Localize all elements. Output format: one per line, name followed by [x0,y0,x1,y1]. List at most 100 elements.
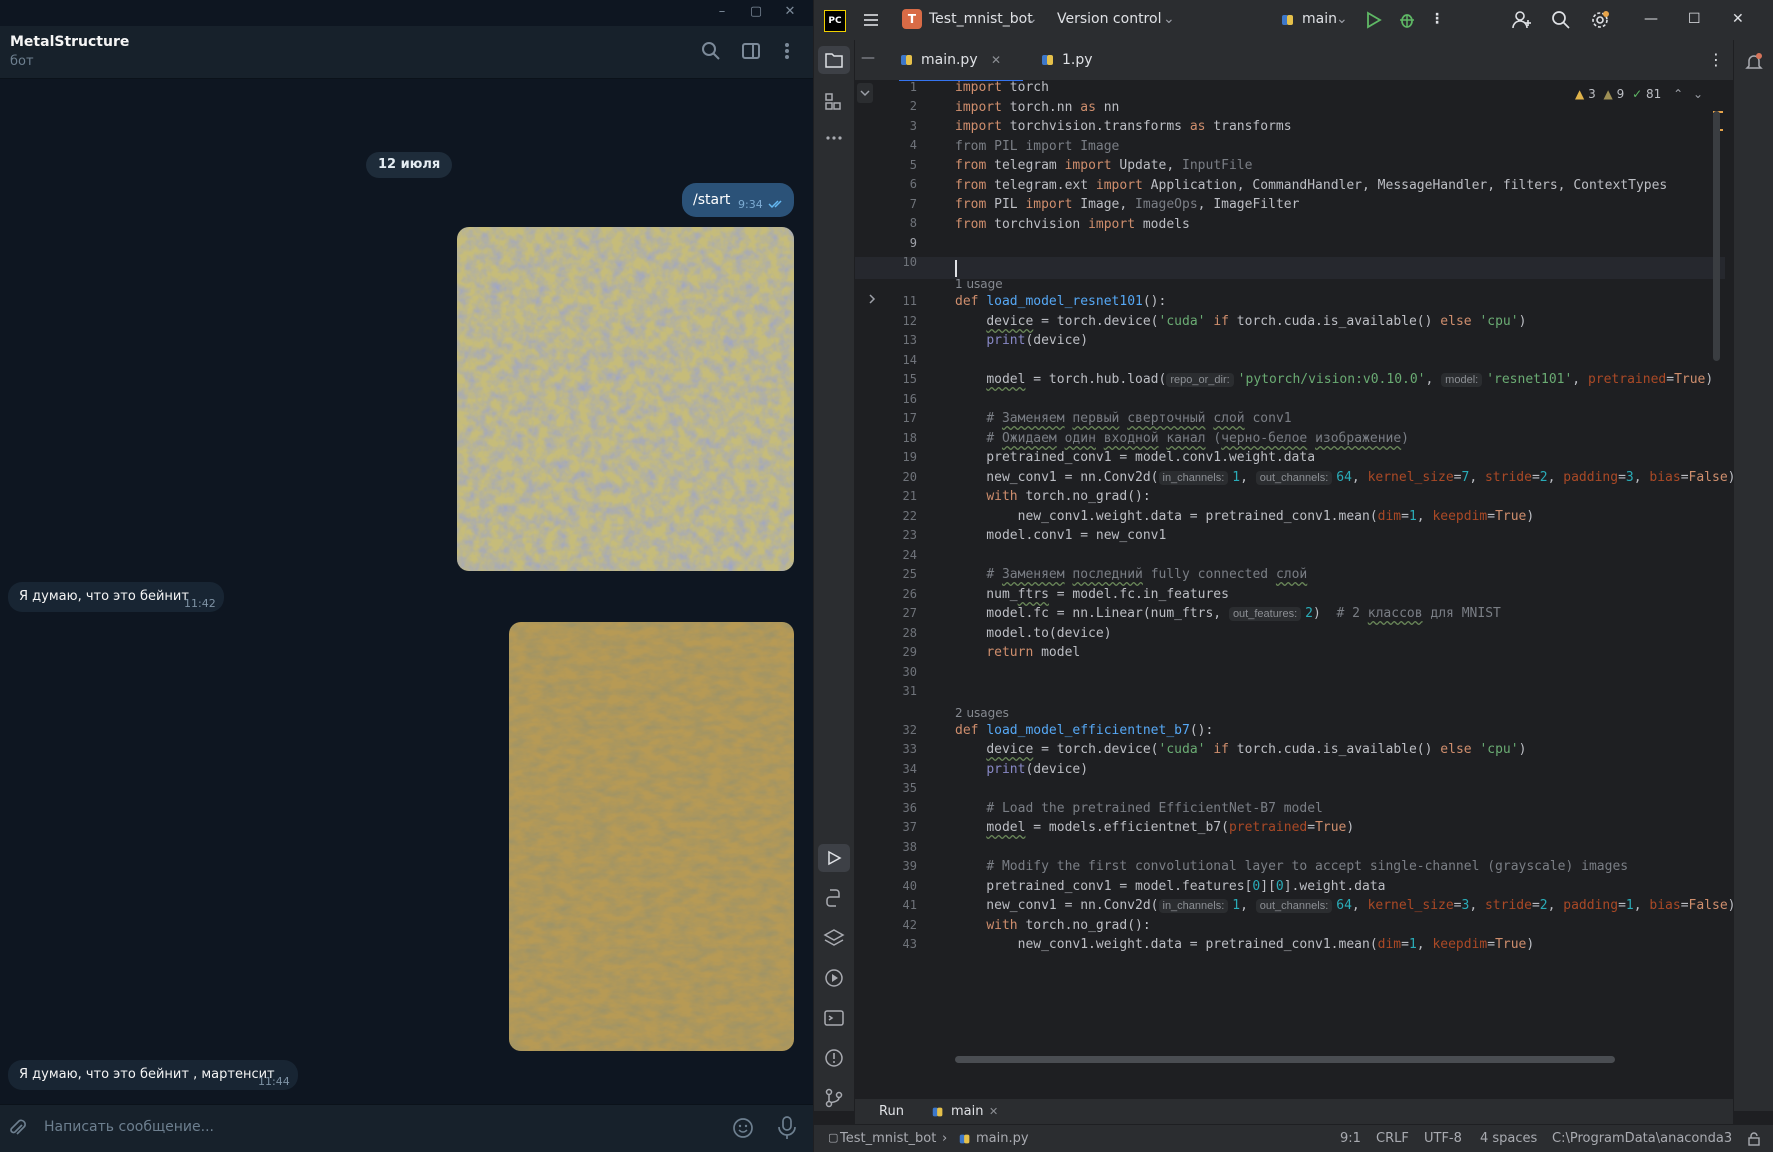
problems-icon[interactable] [822,1046,846,1070]
collapse-icon[interactable]: — [861,50,875,66]
terminal-icon[interactable] [822,1006,846,1030]
chat-header[interactable]: MetalStructure бот [0,26,813,79]
editor-tabs: — main.py ✕ 1.py ⋮ [855,40,1733,82]
python-file-icon [932,1107,943,1117]
message-text: Я думаю, что это бейнит , мартенсит [19,1067,275,1082]
structure-icon[interactable] [822,90,846,114]
incoming-message[interactable]: Я думаю, что это бейнит , мартенсит 11:4… [8,1060,298,1090]
microstructure-photo[interactable] [509,622,794,1051]
settings-gear-icon[interactable] [1590,10,1610,30]
caret-position[interactable]: 9:1 [1340,1131,1361,1146]
run-icon[interactable] [1364,11,1382,29]
tab-main-py[interactable]: main.py ✕ [899,40,1023,82]
more-menu-icon[interactable] [776,40,798,62]
line-number: 29 [902,645,917,659]
warnings-count: 3 [1588,87,1596,101]
next-highlight-icon[interactable]: ⌄ [1693,87,1703,101]
pycharm-window: PC T Test_mnist_bot ⌄ Version control ⌄ … [814,0,1773,1152]
close-tab-icon[interactable]: ✕ [991,40,1001,80]
close-button[interactable]: ✕ [782,4,798,20]
run-config-selector[interactable]: main [1302,11,1337,27]
attach-icon[interactable] [8,1119,28,1139]
microphone-icon[interactable] [776,1115,798,1141]
chevron-down-icon[interactable]: ⌄ [1336,11,1348,27]
line-number: 37 [902,820,917,834]
run-tool-button[interactable] [818,844,850,872]
horizontal-scrollbar[interactable] [955,1056,1615,1063]
breadcrumb-project[interactable]: Test_mnist_bot [840,1131,936,1146]
code-line: from telegram import Update, InputFile [955,158,1253,173]
inspections-widget[interactable]: ▲ 3 ▲ 9 ✓ 81 ⌃ ⌄ [1575,87,1703,101]
more-tools-icon[interactable] [822,126,846,150]
line-number: 16 [902,392,917,406]
incoming-message[interactable]: Я думаю, что это бейнит 11:42 [8,582,224,612]
line-number: 19 [902,450,917,464]
emoji-icon[interactable] [732,1117,754,1139]
layers-icon[interactable] [822,926,846,950]
more-actions-icon[interactable]: ⋮ [1430,11,1444,27]
code-line: model.fc = nn.Linear(num_ftrs, out_featu… [955,606,1501,621]
line-number: 35 [902,781,917,795]
code-line: from torchvision import models [955,217,1190,232]
code-line: model = torch.hub.load(repo_or_dir:'pyto… [986,372,1714,387]
close-button[interactable]: ✕ [1732,11,1744,27]
debug-icon[interactable] [1398,11,1416,29]
search-icon[interactable] [700,40,722,62]
file-encoding[interactable]: UTF-8 [1424,1131,1462,1146]
indent-setting[interactable]: 4 spaces [1480,1131,1537,1146]
code-line: pretrained_conv1 = model.conv1.weight.da… [955,450,1316,465]
search-icon[interactable] [1551,10,1571,30]
add-user-icon[interactable] [1512,10,1532,30]
line-number: 14 [902,353,917,367]
project-tool-button[interactable] [818,46,850,74]
maximize-button[interactable]: ☐ [1688,11,1701,27]
tab-options-icon[interactable]: ⋮ [1708,50,1724,69]
services-icon[interactable] [822,966,846,990]
line-number: 23 [902,528,917,542]
lock-icon[interactable] [1746,1131,1762,1147]
tool-window-bar-left [814,40,855,1111]
usage-hint[interactable]: 2 usages [955,706,1009,720]
code-line: return model [986,645,1081,660]
line-separator[interactable]: CRLF [1376,1131,1409,1146]
line-number: 6 [909,177,917,191]
usage-hint[interactable]: 1 usage [955,277,1003,291]
code-line: from PIL import Image, ImageOps, ImageFi… [955,197,1300,212]
line-number: 22 [902,509,917,523]
minimize-button[interactable]: – [714,4,730,20]
run-tab[interactable]: main [951,1104,983,1119]
minimize-button[interactable]: — [1644,11,1658,27]
notifications-icon[interactable] [1744,52,1764,72]
close-run-tab-icon[interactable]: ✕ [989,1105,998,1118]
breadcrumb-file[interactable]: main.py [976,1131,1029,1146]
code-line: with torch.no_grad(): [986,489,1151,504]
fold-arrow-icon[interactable] [865,292,879,306]
message-time: 9:34 [738,198,763,211]
message-input[interactable]: Написать сообщение... [44,1119,214,1135]
outgoing-message[interactable]: /start 9:34 [682,183,794,217]
line-number: 10 [902,255,917,269]
previous-highlight-icon[interactable]: ⌃ [1673,87,1683,101]
project-selector[interactable]: Test_mnist_bot [929,11,1033,27]
chevron-down-icon[interactable]: ⌄ [1026,11,1038,27]
chevron-down-icon[interactable]: ⌄ [1163,11,1175,27]
run-label[interactable]: Run [879,1104,904,1119]
module-icon: ▢ [828,1131,839,1144]
tab-1-py[interactable]: 1.py [1040,40,1100,80]
fold-chevron-icon[interactable] [855,81,881,109]
git-icon[interactable] [822,1086,846,1110]
line-number: 31 [902,684,917,698]
line-number: 32 [902,723,917,737]
sidebar-toggle-icon[interactable] [740,40,762,62]
microstructure-photo[interactable] [457,227,794,571]
python-interpreter[interactable]: C:\ProgramData\anaconda3 [1552,1131,1732,1146]
line-number: 28 [902,626,917,640]
telegram-window: – ▢ ✕ MetalStructure бот 12 июля /start … [0,0,813,1152]
tab-label: main.py [921,52,978,68]
vertical-scrollbar[interactable] [1713,111,1720,361]
code-editor[interactable]: 1 2 3 4 5 6 7 8 9 10 11 12 13 14 15 16 17 18 19 20 21 22 23 24 2… [855,81,1733,1064]
main-menu-icon[interactable] [862,11,880,29]
python-console-icon[interactable] [822,886,846,910]
vcs-selector[interactable]: Version control [1057,11,1161,27]
maximize-button[interactable]: ▢ [748,4,764,20]
